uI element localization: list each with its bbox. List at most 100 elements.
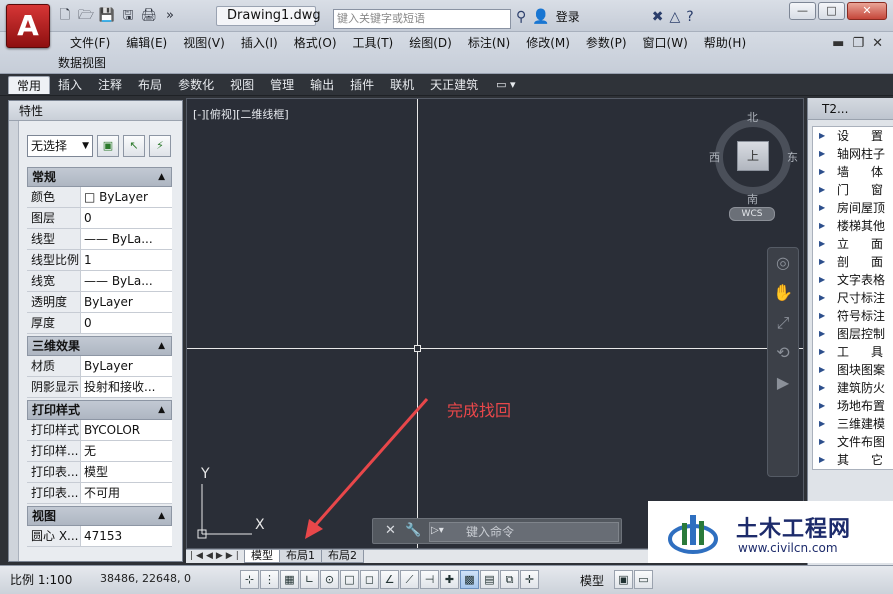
tab-annotate[interactable]: 注释 xyxy=(90,76,130,94)
palette-item[interactable]: 楼梯其他 xyxy=(813,217,893,235)
prop-value[interactable]: ByLayer xyxy=(81,292,172,312)
tab-view[interactable]: 视图 xyxy=(222,76,262,94)
prop-row[interactable]: 线宽 —— ByLa... xyxy=(27,271,172,292)
menu-window[interactable]: 窗口(W) xyxy=(635,35,696,52)
palette-item[interactable]: 轴网柱子 xyxy=(813,145,893,163)
prop-row[interactable]: 打印样... 无 xyxy=(27,441,172,462)
prop-value[interactable]: 无 xyxy=(81,441,172,461)
mdi-restore-icon[interactable]: ❐ xyxy=(852,36,864,51)
prop-row[interactable]: 线型 —— ByLa... xyxy=(27,229,172,250)
prop-row[interactable]: 厚度 0 xyxy=(27,313,172,334)
section-general[interactable]: 常规 xyxy=(27,167,172,187)
search-input[interactable]: 键入关键字或短语 xyxy=(333,9,511,29)
user-icon[interactable]: 👤 xyxy=(532,9,549,25)
coordinate-readout[interactable]: 38486, 22648, 0 xyxy=(100,572,191,585)
qat-more-icon[interactable]: » xyxy=(161,8,179,24)
menu-parametric[interactable]: 参数(P) xyxy=(578,35,635,52)
save-icon[interactable]: 💾 xyxy=(98,8,116,24)
tab-layout1[interactable]: 布局1 xyxy=(279,550,322,563)
menu-insert[interactable]: 插入(I) xyxy=(233,35,286,52)
3d-object-snap-icon[interactable]: ◻ xyxy=(360,570,379,589)
tab-parametric[interactable]: 参数化 xyxy=(170,76,222,94)
object-snap-icon[interactable]: □ xyxy=(340,570,359,589)
palette-item[interactable]: 文字表格 xyxy=(813,271,893,289)
prop-row[interactable]: 颜色 □ ByLayer xyxy=(27,187,172,208)
palette-item[interactable]: 门窗 xyxy=(813,181,893,199)
application-menu-button[interactable]: A xyxy=(6,4,50,48)
palette-item[interactable]: 文件布图 xyxy=(813,433,893,451)
prop-value[interactable]: —— ByLa... xyxy=(81,271,172,291)
polar-tracking-icon[interactable]: ⊙ xyxy=(320,570,339,589)
palette-item[interactable]: 工具 xyxy=(813,343,893,361)
menu-data-view[interactable]: 数据视图 xyxy=(58,54,106,71)
transparency-icon[interactable]: ▩ xyxy=(460,570,479,589)
menu-draw[interactable]: 绘图(D) xyxy=(401,35,460,52)
menu-modify[interactable]: 修改(M) xyxy=(518,35,578,52)
prop-row[interactable]: 透明度 ByLayer xyxy=(27,292,172,313)
tab-home[interactable]: 常用 xyxy=(8,76,51,94)
lineweight-icon[interactable]: ✚ xyxy=(440,570,459,589)
tab-plugins[interactable]: 插件 xyxy=(342,76,382,94)
menu-view[interactable]: 视图(V) xyxy=(175,35,233,52)
selection-cycling-icon[interactable]: ⧉ xyxy=(500,570,519,589)
new-file-icon[interactable]: 🗋 xyxy=(56,8,74,24)
section-3d-effects[interactable]: 三维效果 xyxy=(27,336,172,356)
prop-row[interactable]: 打印表... 不可用 xyxy=(27,483,172,504)
mdi-close-icon[interactable]: ✕ xyxy=(872,36,883,51)
palette-item[interactable]: 立面 xyxy=(813,235,893,253)
binoculars-icon[interactable]: ⚲ xyxy=(516,9,526,25)
open-file-icon[interactable]: 🗁 xyxy=(77,8,95,24)
plot-icon[interactable]: 🖨 xyxy=(140,8,158,24)
prop-row[interactable]: 材质 ByLayer xyxy=(27,356,172,377)
tab-tangent-arch[interactable]: 天正建筑 xyxy=(422,76,486,94)
palette-item[interactable]: 建筑防火 xyxy=(813,379,893,397)
tab-manage[interactable]: 管理 xyxy=(262,76,302,94)
command-prompt-icon[interactable]: ▷▾ xyxy=(431,525,444,536)
menu-tools[interactable]: 工具(T) xyxy=(345,35,402,52)
prop-value[interactable]: BYCOLOR xyxy=(81,420,172,440)
menu-file[interactable]: 文件(F) xyxy=(62,35,118,52)
tab-output[interactable]: 输出 xyxy=(302,76,342,94)
quick-view-drawings-icon[interactable]: ▭ xyxy=(634,570,653,589)
infer-constraints-icon[interactable]: ⊹ xyxy=(240,570,259,589)
menu-help[interactable]: 帮助(H) xyxy=(696,35,754,52)
prop-value[interactable]: —— ByLa... xyxy=(81,229,172,249)
command-input[interactable]: 键入命令 xyxy=(429,522,619,542)
exchange-icon[interactable]: ✖ xyxy=(652,9,664,25)
minimize-button[interactable]: — xyxy=(789,2,816,20)
command-close-icon[interactable]: ✕ xyxy=(385,523,396,538)
prop-value[interactable]: 模型 xyxy=(81,462,172,482)
palette-item[interactable]: 图层控制 xyxy=(813,325,893,343)
help-icon[interactable]: ? xyxy=(686,9,693,25)
maximize-button[interactable]: □ xyxy=(818,2,845,20)
quick-select-icon[interactable]: ⚡ xyxy=(149,135,171,157)
palette-side-strip[interactable] xyxy=(9,121,19,561)
prop-value[interactable]: 0 xyxy=(81,208,172,228)
quick-view-layouts-icon[interactable]: ▣ xyxy=(614,570,633,589)
login-button[interactable]: 登录 xyxy=(556,8,580,25)
selection-dropdown[interactable]: 无选择 xyxy=(27,135,93,157)
drawing-canvas[interactable]: [-][俯视][二维线框] 上 北 南 西 东 WCS ◎ ✋ ⤢ ⟲ ▶ 完成… xyxy=(186,98,804,549)
palette-item[interactable]: 符号标注 xyxy=(813,307,893,325)
palette-item[interactable]: 剖面 xyxy=(813,253,893,271)
model-space-toggle[interactable]: 模型 xyxy=(580,572,604,589)
grid-display-icon[interactable]: ▦ xyxy=(280,570,299,589)
prop-row[interactable]: 打印表... 模型 xyxy=(27,462,172,483)
select-objects-icon[interactable]: ↖ xyxy=(123,135,145,157)
prop-value[interactable]: 1 xyxy=(81,250,172,270)
prop-row[interactable]: 阴影显示 投射和接收... xyxy=(27,377,172,398)
command-settings-icon[interactable]: 🔧 xyxy=(405,523,421,538)
prop-value[interactable]: □ ByLayer xyxy=(81,187,172,207)
dynamic-input-icon[interactable]: ⊣ xyxy=(420,570,439,589)
prop-row[interactable]: 图层 0 xyxy=(27,208,172,229)
palette-item[interactable]: 图块图案 xyxy=(813,361,893,379)
prop-value[interactable]: ByLayer xyxy=(81,356,172,376)
allow-ucs-icon[interactable]: ⟋ xyxy=(400,570,419,589)
quick-properties-icon[interactable]: ▤ xyxy=(480,570,499,589)
palette-item[interactable]: 场地布置 xyxy=(813,397,893,415)
snap-mode-icon[interactable]: ⋮ xyxy=(260,570,279,589)
section-plot-style[interactable]: 打印样式 xyxy=(27,400,172,420)
object-snap-tracking-icon[interactable]: ∠ xyxy=(380,570,399,589)
autodesk-360-icon[interactable]: △ xyxy=(669,9,680,25)
palette-item[interactable]: 墙体 xyxy=(813,163,893,181)
